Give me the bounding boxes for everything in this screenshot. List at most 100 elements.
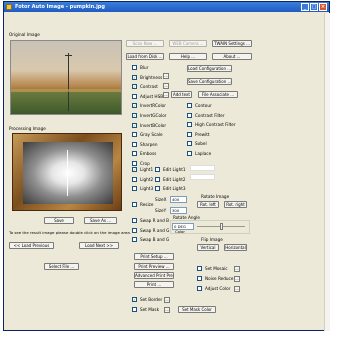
resize-checkbox[interactable] bbox=[132, 202, 137, 207]
contrast-filter-label: Contrast Filter bbox=[195, 112, 225, 118]
light1-label: Light1 bbox=[140, 167, 154, 172]
minimize-button[interactable]: _ bbox=[301, 3, 309, 11]
invertbcolor-label: InvertBColor bbox=[140, 122, 167, 128]
laplace-checkbox[interactable] bbox=[187, 151, 192, 156]
save-button[interactable]: Save bbox=[44, 217, 74, 224]
swap-b-and-g-checkbox[interactable] bbox=[132, 237, 137, 243]
crop-label: Crop bbox=[140, 161, 150, 166]
light-color-swatch[interactable] bbox=[190, 165, 215, 171]
load-previous-button[interactable]: << Load Previous bbox=[9, 242, 54, 249]
invertbcolor-checkbox[interactable]: ✓ bbox=[132, 122, 137, 128]
set-border-checkbox[interactable]: ✓ bbox=[132, 297, 137, 302]
edit-light1-checkbox[interactable] bbox=[155, 167, 160, 172]
sizey-label: SizeY bbox=[155, 208, 167, 213]
set-mask-color-button[interactable]: Set Mask Color bbox=[178, 306, 216, 313]
advanced-print-preview-button[interactable]: Advanced Print Preview ... bbox=[134, 272, 174, 279]
light-color-swatch[interactable] bbox=[190, 174, 215, 180]
sizex-field[interactable]: 400 bbox=[170, 196, 187, 203]
blur-checkbox[interactable] bbox=[132, 65, 137, 70]
high-contrast-filter-label: High Contrast Filter bbox=[195, 122, 236, 128]
rotate-left-button[interactable]: Rot. left bbox=[197, 201, 219, 208]
maximize-button[interactable]: □ bbox=[310, 3, 318, 11]
noise-reduce-checkbox[interactable] bbox=[197, 276, 202, 281]
contrast-filter-checkbox[interactable] bbox=[187, 112, 192, 118]
original-image[interactable] bbox=[10, 40, 122, 115]
high-contrast-filter-checkbox[interactable] bbox=[187, 122, 192, 128]
rotate-image-label: Rotate Image bbox=[201, 194, 230, 199]
twain-settings-button[interactable]: TWAIN Settings ... bbox=[212, 40, 252, 47]
contrast-checkbox[interactable]: ✓ bbox=[132, 84, 137, 90]
adjust-color-label: Adjust Color bbox=[205, 286, 231, 291]
noise-reduce-label: Noise Reduce bbox=[205, 276, 234, 281]
processing-image-label: Processing Image bbox=[9, 126, 46, 131]
contour-checkbox[interactable] bbox=[187, 103, 192, 108]
light3-checkbox[interactable] bbox=[132, 186, 137, 192]
brightness-label: Brightness bbox=[140, 74, 163, 80]
emboss-label: Emboss bbox=[140, 151, 157, 157]
print-setup-button[interactable]: Print Setup ... bbox=[134, 253, 174, 260]
about-button[interactable]: About ... bbox=[212, 53, 252, 60]
web-camera-button[interactable]: WEB Camera ... bbox=[169, 40, 207, 47]
title-bar: Fotor Auto Image - pumpkin.jpg _ □ × bbox=[4, 2, 329, 12]
swap-r-and-b-label: Swap R and B bbox=[140, 218, 169, 223]
mosaic-settings-button[interactable]: ... bbox=[234, 266, 240, 272]
border-settings-button[interactable]: ... bbox=[164, 297, 170, 303]
sobel-checkbox[interactable] bbox=[187, 141, 192, 147]
crop-checkbox[interactable] bbox=[132, 161, 137, 166]
light1-checkbox[interactable]: ✓ bbox=[132, 167, 137, 172]
edit-light2-checkbox[interactable] bbox=[155, 176, 160, 182]
rotate-right-button[interactable]: Rot. right bbox=[224, 201, 247, 208]
invertgcolor-checkbox[interactable]: ✓ bbox=[132, 113, 137, 118]
set-mask-label: Set Mask bbox=[140, 307, 159, 312]
contrast-settings-button[interactable]: ... bbox=[163, 83, 169, 89]
gray-scale-checkbox[interactable] bbox=[132, 132, 137, 138]
noise-settings-button[interactable]: ... bbox=[234, 276, 240, 282]
set-mask-checkbox[interactable] bbox=[132, 307, 137, 312]
emboss-checkbox[interactable] bbox=[132, 151, 137, 157]
adjust-hsb-label: Adjust HSB bbox=[140, 93, 164, 99]
add-text-button[interactable]: Add text bbox=[171, 91, 192, 98]
light2-checkbox[interactable] bbox=[132, 176, 137, 182]
prewitt-checkbox[interactable] bbox=[187, 131, 192, 137]
close-button[interactable]: × bbox=[319, 3, 327, 11]
swap-r-and-g-checkbox[interactable] bbox=[132, 227, 137, 233]
load-configuration-button[interactable]: Load Configuration ... bbox=[187, 65, 232, 72]
hsb-settings-button[interactable]: ... bbox=[163, 92, 169, 98]
file-associate-button[interactable]: File Associate ... bbox=[198, 91, 238, 98]
set-mosaic-checkbox[interactable] bbox=[197, 266, 202, 271]
select-file-button[interactable]: Select File ... bbox=[44, 263, 79, 270]
print-button[interactable]: Print ... bbox=[134, 281, 174, 288]
vertical-scrollbar[interactable] bbox=[324, 13, 330, 331]
window-title: Fotor Auto Image - pumpkin.jpg bbox=[15, 4, 105, 10]
edit-light3-checkbox[interactable] bbox=[155, 186, 160, 192]
flip-horizontal-button[interactable]: Horizontal bbox=[224, 244, 247, 251]
adjust-color-checkbox[interactable] bbox=[197, 286, 202, 291]
sizey-field[interactable]: 300 bbox=[170, 207, 187, 214]
adjust-color-settings-button[interactable]: ... bbox=[234, 286, 240, 292]
load-from-disk-button[interactable]: Load from Disk ... bbox=[126, 53, 164, 60]
pole-crossbar bbox=[65, 55, 72, 56]
flip-vertical-button[interactable]: Vertical bbox=[197, 244, 219, 251]
processing-image[interactable] bbox=[12, 133, 122, 211]
load-next-button[interactable]: Load Next >> bbox=[79, 242, 119, 249]
save-as-button[interactable]: Save As ... bbox=[84, 217, 117, 224]
rotate-angle-field[interactable]: 0 DEG Color bbox=[172, 223, 194, 234]
rotate-angle-slider[interactable] bbox=[220, 223, 223, 230]
brightness-settings-button[interactable]: ... bbox=[163, 73, 169, 79]
adjust-hsb-checkbox[interactable] bbox=[132, 93, 137, 99]
sharpen-checkbox[interactable] bbox=[132, 141, 137, 147]
help-button[interactable]: Help ... bbox=[169, 53, 207, 60]
blur-label: Blur bbox=[140, 65, 149, 70]
invertrcolor-checkbox[interactable]: ✓ bbox=[132, 103, 137, 109]
set-mosaic-label: Set Mosaic bbox=[205, 266, 228, 271]
save-configuration-button[interactable]: Save Configuration ... bbox=[187, 78, 232, 85]
gray-scale-label: Gray Scale bbox=[140, 132, 163, 138]
swap-r-and-b-checkbox[interactable] bbox=[132, 218, 137, 223]
laplace-label: Laplace bbox=[195, 151, 212, 156]
light2-label: Light2 bbox=[140, 176, 154, 182]
scan-now-button[interactable]: Scan Now ... bbox=[126, 40, 164, 47]
edit-light3-label: Edit Light3 bbox=[163, 186, 186, 192]
print-preview-button[interactable]: Print Preview ... bbox=[134, 263, 174, 270]
brightness-checkbox[interactable]: ✓ bbox=[132, 74, 137, 80]
mask-settings-button[interactable]: ... bbox=[164, 307, 170, 313]
